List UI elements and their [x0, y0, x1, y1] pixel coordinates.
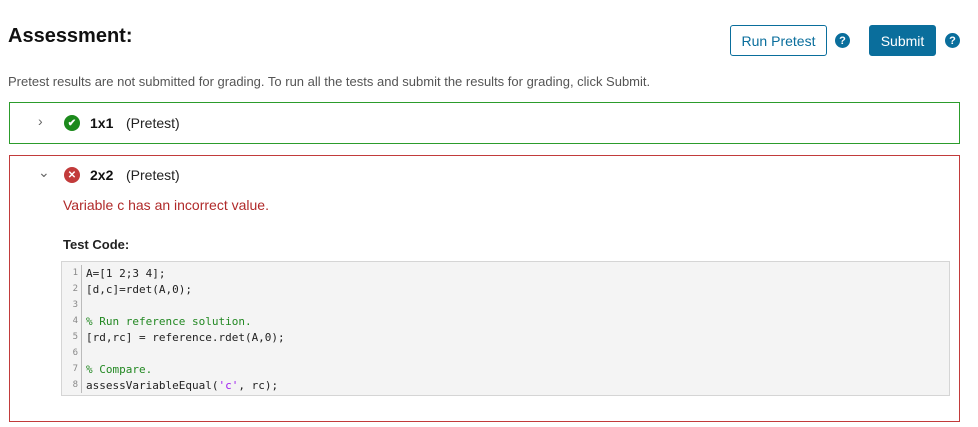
test-header-2x2[interactable]: ⌄ ✕ 2x2 (Pretest)	[10, 156, 959, 196]
test-tag: (Pretest)	[126, 167, 180, 183]
code-call-end: , rc);	[238, 378, 279, 392]
code-block: 1 A=[1 2;3 4]; 2 [d,c]=rdet(A,0); 3 4 % …	[61, 261, 950, 396]
help-icon[interactable]: ?	[835, 33, 850, 48]
test-header-1x1[interactable]: › ✔ 1x1 (Pretest)	[10, 103, 959, 143]
pretest-note: Pretest results are not submitted for gr…	[8, 74, 651, 89]
code-line: 4 % Run reference solution.	[62, 313, 949, 329]
page-title: Assessment:	[8, 25, 133, 47]
error-circle-icon: ✕	[64, 167, 80, 183]
submit-button[interactable]: Submit	[869, 25, 936, 56]
code-text: [rd,rc] = reference.rdet(A,0);	[86, 330, 285, 344]
code-string: 'c'	[218, 378, 239, 392]
code-line: 2 [d,c]=rdet(A,0);	[62, 281, 949, 297]
code-text: A=[1 2;3 4];	[86, 266, 166, 280]
test-panel-2x2: ⌄ ✕ 2x2 (Pretest) Variable c has an inco…	[9, 155, 960, 422]
code-line: 7 % Compare.	[62, 361, 949, 377]
check-circle-icon: ✔	[64, 115, 80, 131]
chevron-right-icon[interactable]: ›	[38, 113, 43, 129]
line-number: 7	[62, 361, 82, 377]
code-comment: % Run reference solution.	[86, 314, 252, 328]
code-line: 5 [rd,rc] = reference.rdet(A,0);	[62, 329, 949, 345]
help-icon[interactable]: ?	[945, 33, 960, 48]
run-pretest-button[interactable]: Run Pretest	[730, 25, 827, 56]
line-number: 5	[62, 329, 82, 345]
error-message: Variable c has an incorrect value.	[63, 197, 269, 213]
line-number: 4	[62, 313, 82, 329]
code-call: assessVariableEqual(	[86, 378, 219, 392]
test-panel-1x1: › ✔ 1x1 (Pretest)	[9, 102, 960, 144]
test-tag: (Pretest)	[126, 115, 180, 131]
line-number: 2	[62, 281, 82, 297]
chevron-down-icon[interactable]: ⌄	[38, 164, 50, 181]
code-text: [d,c]=rdet(A,0);	[86, 282, 192, 296]
code-line: 6	[62, 345, 949, 361]
line-number: 6	[62, 345, 82, 361]
code-comment: % Compare.	[86, 362, 153, 376]
line-number: 8	[62, 377, 82, 393]
code-text: assessVariableEqual('c', rc);	[82, 379, 278, 392]
code-line: 3	[62, 297, 949, 313]
test-code-label: Test Code:	[63, 237, 130, 252]
line-number: 3	[62, 297, 82, 313]
code-line: 1 A=[1 2;3 4];	[62, 265, 949, 281]
test-name: 2x2	[90, 167, 114, 183]
test-name: 1x1	[90, 115, 114, 131]
line-number: 1	[62, 265, 82, 281]
code-line: 8 assessVariableEqual('c', rc);	[62, 377, 949, 393]
